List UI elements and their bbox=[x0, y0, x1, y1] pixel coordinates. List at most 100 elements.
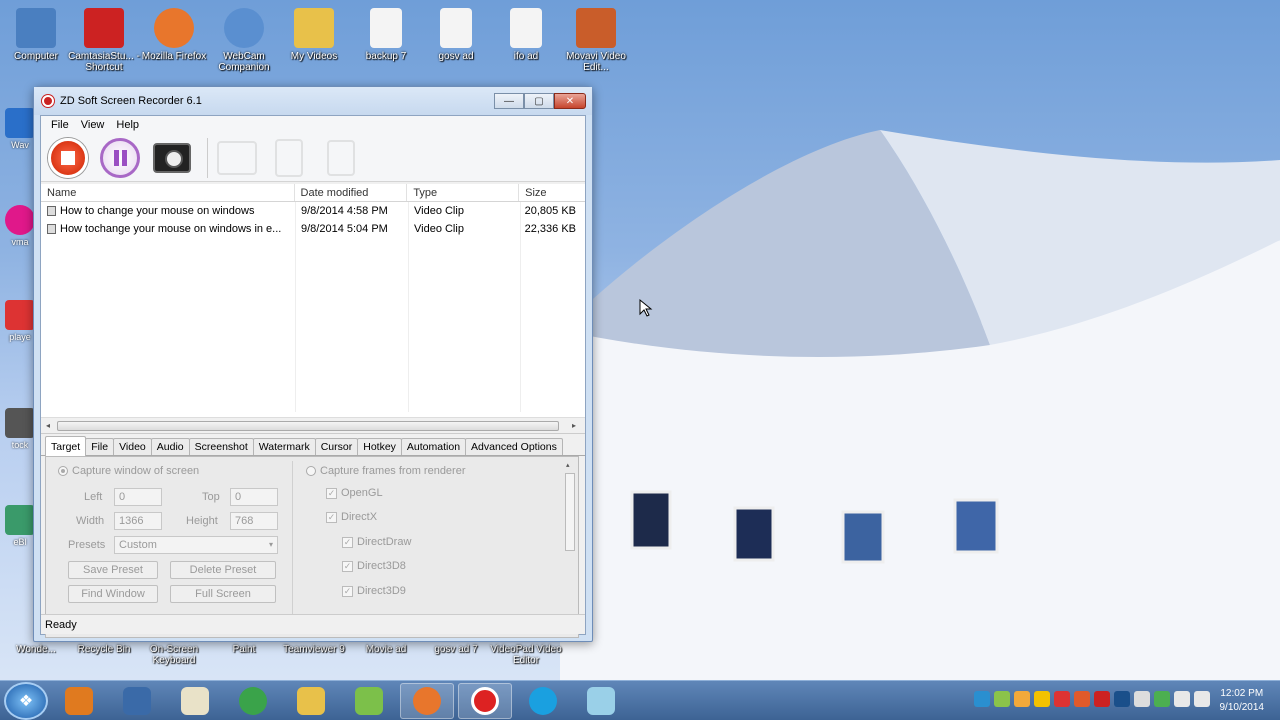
maximize-button[interactable]: ▢ bbox=[524, 93, 554, 109]
title-bar[interactable]: ZD Soft Screen Recorder 6.1 — ▢ ✕ bbox=[34, 87, 592, 115]
tab-video[interactable]: Video bbox=[113, 438, 152, 455]
direct3d8-checkbox[interactable]: ✓ Direct3D8 bbox=[342, 560, 406, 572]
menu-help[interactable]: Help bbox=[110, 119, 145, 131]
tab-hotkey[interactable]: Hotkey bbox=[357, 438, 402, 455]
tab-file[interactable]: File bbox=[85, 438, 115, 455]
tray-icon[interactable] bbox=[974, 691, 990, 707]
tray-icon[interactable] bbox=[1094, 691, 1110, 707]
desktop-icon-ifo[interactable]: ifo ad bbox=[490, 8, 562, 62]
desktop-icon-backup[interactable]: backup 7 bbox=[350, 8, 422, 62]
volume-icon[interactable] bbox=[1194, 691, 1210, 707]
find-window-button[interactable]: Find Window bbox=[68, 585, 158, 603]
tray-icon[interactable] bbox=[1114, 691, 1130, 707]
clock[interactable]: 12:02 PM 9/10/2014 bbox=[1220, 687, 1265, 715]
row-type-cell: Video Clip bbox=[414, 205, 464, 217]
taskbar-skype[interactable] bbox=[516, 683, 570, 719]
scroll-thumb[interactable] bbox=[565, 473, 575, 551]
scroll-thumb[interactable] bbox=[57, 421, 559, 431]
tray-icon[interactable] bbox=[1014, 691, 1030, 707]
save-preset-button[interactable]: Save Preset bbox=[68, 561, 158, 579]
desktop-icon-gosv-7[interactable]: gosv ad 7 bbox=[420, 644, 492, 655]
taskbar-media-player[interactable] bbox=[52, 683, 106, 719]
taskbar-explorer[interactable] bbox=[284, 683, 338, 719]
height-field[interactable]: 768 bbox=[230, 512, 278, 530]
minimize-button[interactable]: — bbox=[494, 93, 524, 109]
presets-label: Presets bbox=[68, 539, 106, 551]
menu-file[interactable]: File bbox=[45, 119, 75, 131]
network-icon[interactable] bbox=[1174, 691, 1190, 707]
desktop-icon-teamviewer[interactable]: Teamviewer 9 bbox=[278, 644, 350, 655]
column-header-size[interactable]: Size bbox=[519, 184, 585, 201]
delete-button[interactable] bbox=[318, 136, 364, 180]
taskbar-firefox[interactable] bbox=[400, 682, 454, 719]
taskbar-disk[interactable] bbox=[574, 683, 628, 719]
snapshot-button[interactable] bbox=[149, 136, 195, 180]
tray-icon[interactable] bbox=[994, 691, 1010, 707]
tray-icon[interactable] bbox=[1154, 691, 1170, 707]
directx-checkbox[interactable]: ✓ DirectX bbox=[326, 511, 377, 523]
desktop-icon-onscreen-keyboard[interactable]: On-Screen Keyboard bbox=[138, 644, 210, 666]
window-title: ZD Soft Screen Recorder 6.1 bbox=[60, 95, 202, 107]
width-field[interactable]: 1366 bbox=[114, 512, 162, 530]
desktop-icon-computer[interactable]: Computer bbox=[0, 8, 72, 62]
taskbar-paint[interactable] bbox=[168, 683, 222, 719]
menu-view[interactable]: View bbox=[75, 119, 111, 131]
scroll-up-icon[interactable]: ▴ bbox=[566, 461, 570, 469]
horizontal-scrollbar[interactable]: ◂ ▸ bbox=[41, 417, 585, 433]
pause-button[interactable] bbox=[97, 136, 143, 180]
file-icon bbox=[370, 8, 402, 48]
capture-frames-option[interactable]: Capture frames from renderer bbox=[306, 465, 466, 477]
top-field[interactable]: 0 bbox=[230, 488, 278, 506]
desktop-icon-webcam[interactable]: WebCam Companion bbox=[208, 8, 280, 73]
desktop-icon-my-videos[interactable]: My Videos bbox=[278, 8, 350, 62]
column-header-date[interactable]: Date modified bbox=[295, 184, 408, 201]
scroll-left-icon[interactable]: ◂ bbox=[43, 421, 53, 431]
tab-screenshot[interactable]: Screenshot bbox=[188, 438, 254, 455]
column-header-name[interactable]: Name bbox=[41, 184, 295, 201]
desktop-icon-recycle-bin[interactable]: Recycle Bin bbox=[68, 644, 140, 655]
table-row[interactable]: How to change your mouse on windows 9/8/… bbox=[41, 202, 585, 220]
toolbar bbox=[41, 134, 585, 182]
tray-icon[interactable] bbox=[1054, 691, 1070, 707]
stop-record-button[interactable] bbox=[45, 136, 91, 180]
tab-advanced-options[interactable]: Advanced Options bbox=[465, 438, 563, 455]
close-button[interactable]: ✕ bbox=[554, 93, 586, 109]
opengl-checkbox[interactable]: ✓ OpenGL bbox=[326, 487, 383, 499]
tab-cursor[interactable]: Cursor bbox=[314, 438, 359, 455]
taskbar-notepad[interactable] bbox=[342, 683, 396, 719]
column-header-type[interactable]: Type bbox=[407, 184, 520, 201]
start-button[interactable]: ❖ bbox=[4, 681, 48, 720]
desktop-icon-bottom-0[interactable]: Wonde... bbox=[0, 644, 72, 655]
desktop-icon-movavi[interactable]: Movavi Video Edit... bbox=[560, 8, 632, 73]
desktop-icon-firefox[interactable]: Mozilla Firefox bbox=[138, 8, 210, 62]
notepad-icon bbox=[355, 686, 383, 715]
tray-icon[interactable] bbox=[1074, 691, 1090, 707]
film-icon bbox=[275, 138, 303, 177]
tab-audio[interactable]: Audio bbox=[150, 438, 190, 455]
tab-watermark[interactable]: Watermark bbox=[252, 438, 316, 455]
capture-window-option[interactable]: Capture window of screen bbox=[58, 465, 199, 477]
desktop-icon-camtasia[interactable]: CamtasiaStu... - Shortcut bbox=[68, 8, 140, 73]
desktop-icon-paint[interactable]: Paint bbox=[208, 644, 280, 655]
tab-target[interactable]: Target bbox=[45, 436, 87, 456]
taskbar-computer[interactable] bbox=[110, 683, 164, 719]
taskbar-screen-recorder[interactable] bbox=[458, 682, 512, 719]
taskbar-chrome[interactable] bbox=[226, 683, 280, 719]
direct3d9-checkbox[interactable]: ✓ Direct3D9 bbox=[342, 585, 406, 597]
tab-automation[interactable]: Automation bbox=[400, 438, 467, 455]
tray-icon[interactable] bbox=[1034, 691, 1050, 707]
delete-preset-button[interactable]: Delete Preset bbox=[170, 561, 276, 579]
edit-button[interactable] bbox=[266, 136, 312, 180]
vertical-scrollbar[interactable]: ▴ ▾ bbox=[564, 461, 576, 629]
full-screen-button[interactable]: Full Screen bbox=[170, 585, 276, 603]
desktop-icon-gosv[interactable]: gosv ad bbox=[420, 8, 492, 62]
play-button[interactable] bbox=[214, 136, 260, 180]
table-row[interactable]: How tochange your mouse on windows in e.… bbox=[41, 220, 585, 238]
tray-icon[interactable] bbox=[1134, 691, 1150, 707]
desktop-icon-movie[interactable]: Movie ad bbox=[350, 644, 422, 655]
left-field[interactable]: 0 bbox=[114, 488, 162, 506]
directdraw-checkbox[interactable]: ✓ DirectDraw bbox=[342, 536, 411, 548]
scroll-right-icon[interactable]: ▸ bbox=[569, 421, 579, 431]
presets-select[interactable]: Custom ▾ bbox=[114, 536, 278, 554]
desktop-icon-videopad[interactable]: VideoPad Video Editor bbox=[490, 644, 562, 666]
